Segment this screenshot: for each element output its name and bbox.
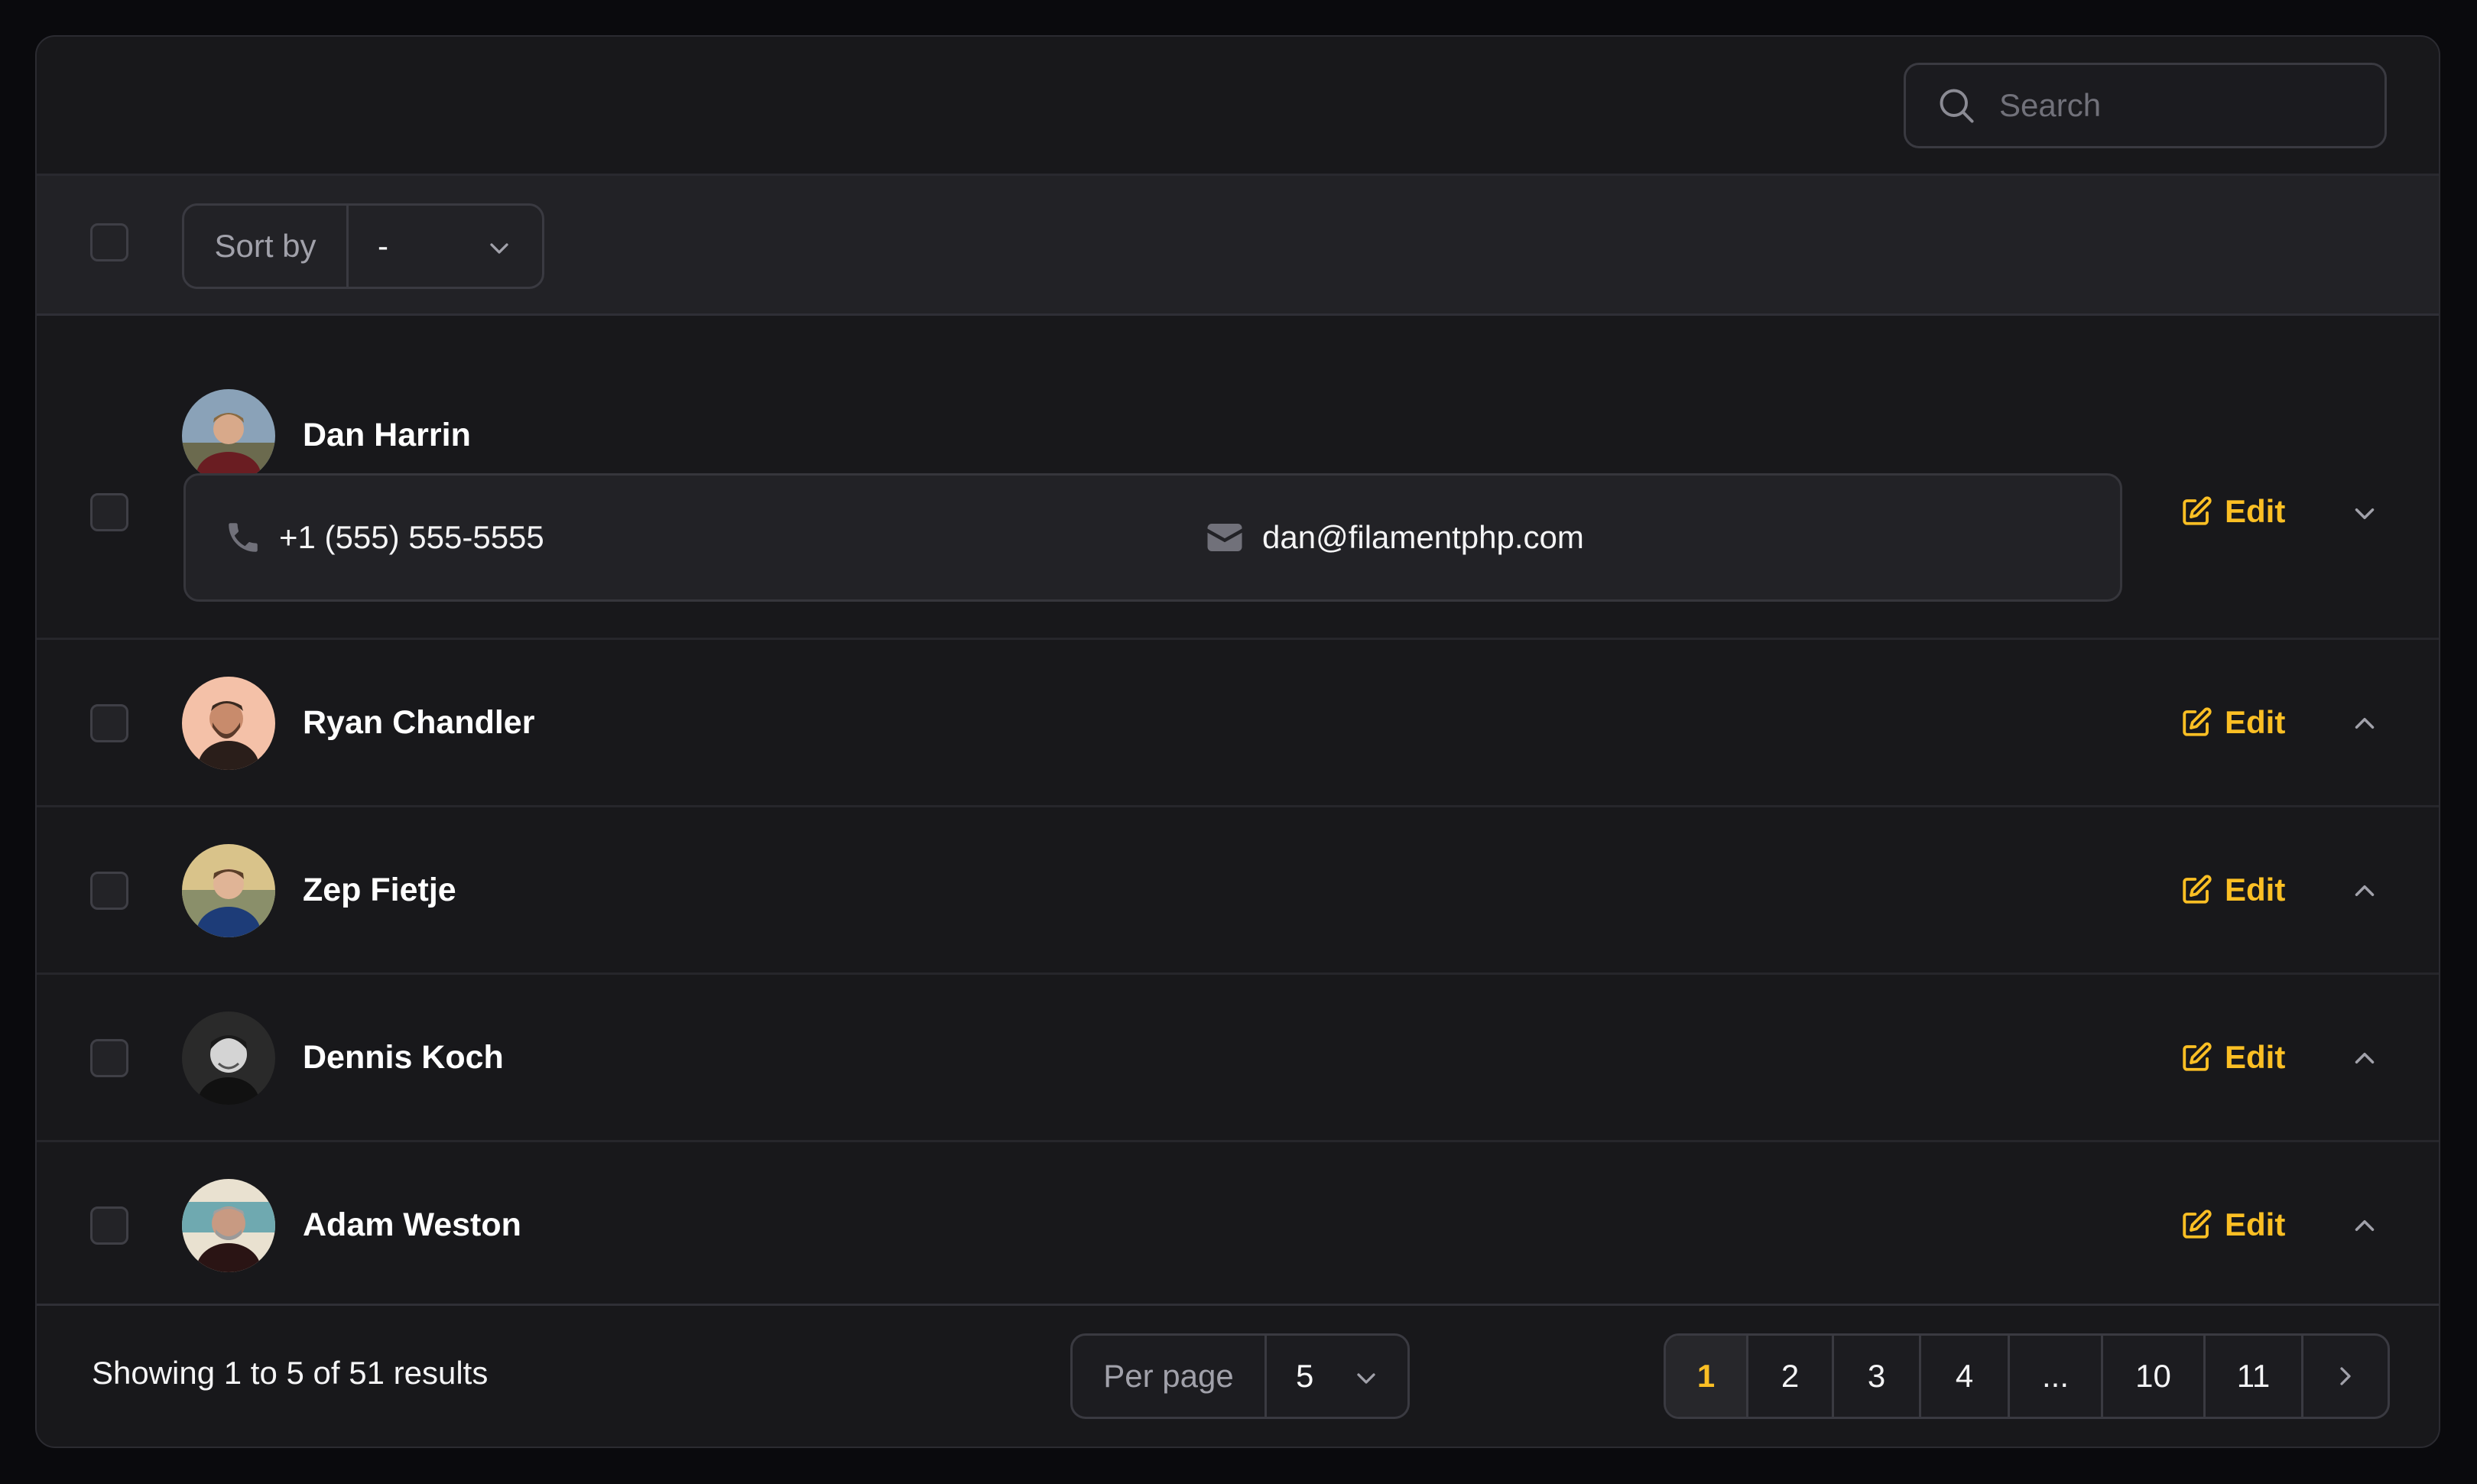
chevron-up-icon[interactable] xyxy=(2349,1210,2381,1242)
row-name: Dan Harrin xyxy=(303,417,471,453)
phone-icon xyxy=(229,523,258,552)
page-ellipsis: ... xyxy=(2010,1336,2103,1417)
phone-text: +1 (555) 555-5555 xyxy=(279,519,544,555)
page-button-3[interactable]: 3 xyxy=(1834,1336,1921,1417)
per-page-label: Per page xyxy=(1073,1336,1267,1417)
email-text[interactable]: dan@filamentphp.com xyxy=(1262,519,1584,556)
row-checkbox[interactable] xyxy=(90,493,128,531)
edit-label: Edit xyxy=(2225,493,2286,529)
table-row: Dan Harrin Edit +1 (555) 555-5555 dan@fi… xyxy=(37,316,2439,640)
table-header xyxy=(37,37,2439,176)
per-page-select[interactable]: Per page 5 xyxy=(1070,1333,1410,1419)
phone-detail: +1 (555) 555-5555 xyxy=(224,476,544,599)
edit-icon xyxy=(2183,1210,2212,1239)
sort-value-text: - xyxy=(378,228,388,264)
search-box[interactable] xyxy=(1904,63,2387,148)
row-name: Adam Weston xyxy=(303,1206,521,1243)
chevron-up-icon[interactable] xyxy=(2349,707,2381,739)
chevron-up-icon[interactable] xyxy=(2349,1042,2381,1074)
edit-icon xyxy=(2183,875,2212,904)
edit-button[interactable]: Edit xyxy=(2180,704,2285,741)
chevron-up-icon[interactable] xyxy=(2349,875,2381,907)
row-checkbox[interactable] xyxy=(90,872,128,910)
chevron-right-icon xyxy=(2340,1367,2351,1385)
sort-label: Sort by xyxy=(184,206,349,287)
avatar xyxy=(182,844,275,937)
sort-select[interactable]: Sort by - xyxy=(182,203,544,289)
row-checkbox[interactable] xyxy=(90,704,128,742)
table-card: Sort by - Dan Harrin Edit xyxy=(35,35,2440,1448)
search-icon xyxy=(1940,89,1974,123)
table-row: Ryan Chandler Edit xyxy=(37,640,2439,807)
avatar xyxy=(182,1012,275,1105)
edit-icon xyxy=(2183,1042,2212,1071)
chevron-down-icon xyxy=(490,243,508,254)
table-row: Adam Weston Edit xyxy=(37,1142,2439,1306)
select-all-checkbox[interactable] xyxy=(90,223,128,261)
row-name: Ryan Chandler xyxy=(303,704,535,741)
per-page-value[interactable]: 5 xyxy=(1267,1336,1407,1417)
table-footer: Showing 1 to 5 of 51 results Per page 5 … xyxy=(37,1306,2439,1447)
page-button-1[interactable]: 1 xyxy=(1666,1336,1748,1417)
edit-button[interactable]: Edit xyxy=(2180,1206,2285,1243)
search-input[interactable] xyxy=(1998,86,2368,125)
edit-button[interactable]: Edit xyxy=(2180,493,2285,530)
page-button-11[interactable]: 11 xyxy=(2206,1336,2303,1417)
edit-button[interactable]: Edit xyxy=(2180,872,2285,908)
avatar xyxy=(182,389,275,482)
row-name: Dennis Koch xyxy=(303,1039,504,1076)
row-checkbox[interactable] xyxy=(90,1206,128,1245)
table-row: Zep Fietje Edit xyxy=(37,807,2439,975)
next-page-button[interactable] xyxy=(2303,1336,2388,1417)
edit-label: Edit xyxy=(2225,1039,2286,1075)
page-button-2[interactable]: 2 xyxy=(1748,1336,1834,1417)
pagination: 1 2 3 4 ... 10 11 xyxy=(1664,1333,2390,1419)
chevron-down-icon xyxy=(1357,1373,1375,1384)
contact-details: +1 (555) 555-5555 dan@filamentphp.com xyxy=(183,473,2122,602)
table-row: Dennis Koch Edit xyxy=(37,975,2439,1142)
page-button-10[interactable]: 10 xyxy=(2103,1336,2206,1417)
edit-label: Edit xyxy=(2225,872,2286,908)
sort-value[interactable]: - xyxy=(349,206,542,287)
chevron-down-icon[interactable] xyxy=(2349,498,2381,530)
page-button-4[interactable]: 4 xyxy=(1921,1336,2010,1417)
edit-icon xyxy=(2183,496,2212,525)
per-page-value-text: 5 xyxy=(1296,1358,1314,1394)
edit-label: Edit xyxy=(2225,1206,2286,1242)
edit-icon xyxy=(2183,707,2212,736)
results-summary: Showing 1 to 5 of 51 results xyxy=(92,1355,489,1391)
avatar xyxy=(182,677,275,770)
envelope-icon xyxy=(1207,524,1242,551)
row-checkbox[interactable] xyxy=(90,1039,128,1077)
table-toolbar: Sort by - xyxy=(37,176,2439,316)
email-detail: dan@filamentphp.com xyxy=(1204,476,1584,599)
edit-button[interactable]: Edit xyxy=(2180,1039,2285,1076)
row-name: Zep Fietje xyxy=(303,872,456,908)
edit-label: Edit xyxy=(2225,704,2286,740)
avatar xyxy=(182,1179,275,1272)
